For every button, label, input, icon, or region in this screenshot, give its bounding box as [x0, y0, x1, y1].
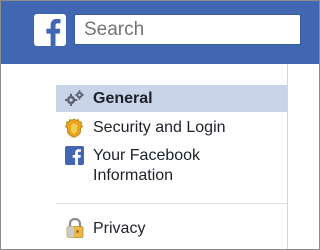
sidebar-item-your-facebook-information[interactable]: Your Facebook Information [56, 144, 287, 188]
sidebar-item-general[interactable]: General [56, 85, 287, 112]
gears-icon [64, 90, 85, 111]
facebook-icon [65, 146, 84, 170]
section-divider [56, 203, 287, 204]
search-box [74, 14, 301, 45]
content-divider [287, 64, 288, 249]
sidebar-item-label: Security and Login [93, 119, 226, 136]
sidebar-item-label: Your Facebook Information [93, 147, 201, 184]
facebook-logo-icon[interactable] [34, 14, 66, 46]
settings-window: General Security and Login Your Facebook… [0, 0, 320, 250]
search-input[interactable] [75, 15, 300, 44]
shield-badge-icon [64, 118, 84, 143]
sidebar-item-label: Privacy [93, 220, 146, 237]
sidebar-item-label: General [93, 90, 153, 107]
sidebar-item-privacy[interactable]: Privacy [56, 216, 287, 242]
sidebar-item-security-and-login[interactable]: Security and Login [56, 115, 287, 141]
lock-icon [65, 217, 85, 243]
top-navigation-bar [1, 1, 319, 64]
